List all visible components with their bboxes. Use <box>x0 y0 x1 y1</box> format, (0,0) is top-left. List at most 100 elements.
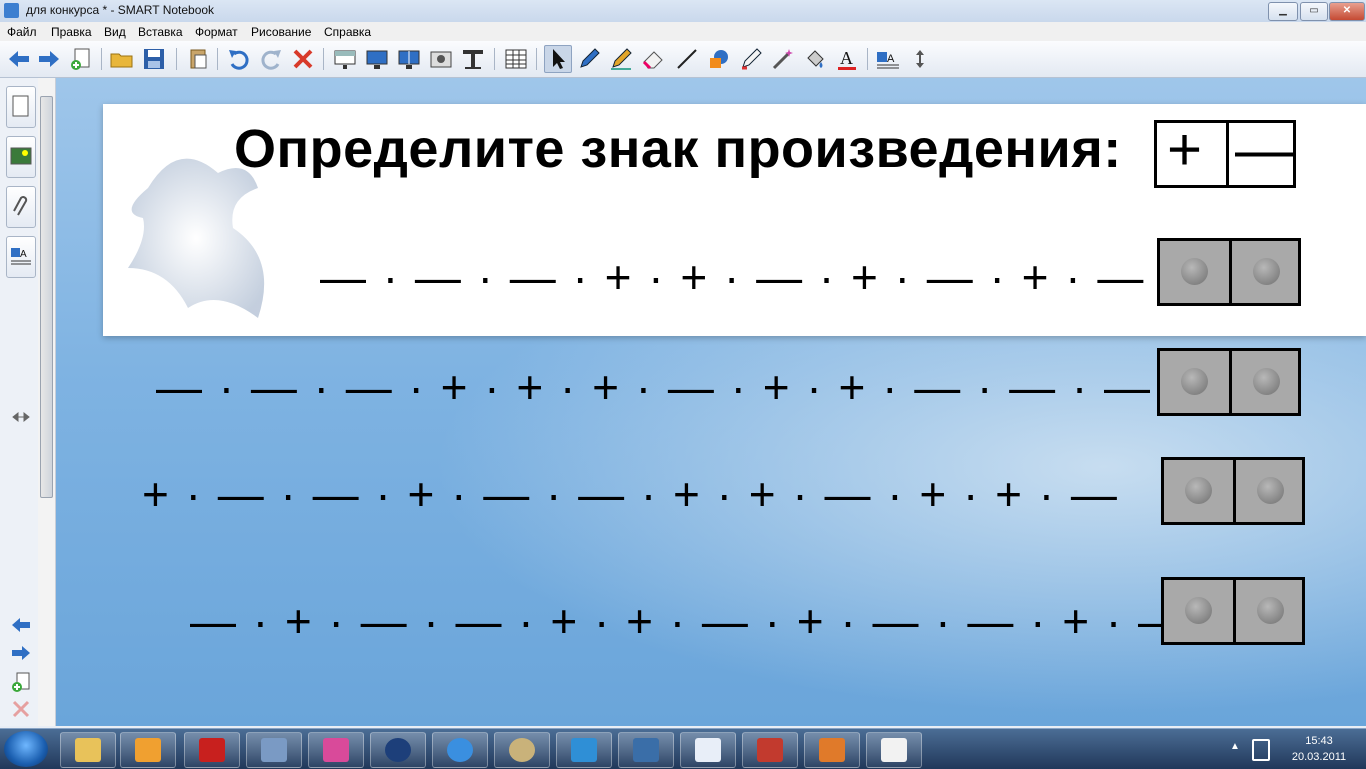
taskbar-smart-notebook[interactable] <box>556 732 612 768</box>
next-page-icon[interactable] <box>10 644 32 662</box>
answer-minus-button[interactable] <box>1232 351 1301 413</box>
menu-format[interactable]: Формат <box>195 25 238 39</box>
scrollbar-thumb[interactable] <box>40 96 53 498</box>
knob-icon <box>1253 368 1280 395</box>
menu-file[interactable]: Файл <box>7 25 37 39</box>
answer-minus-button[interactable] <box>1236 460 1305 522</box>
taskbar-cube-app[interactable] <box>308 732 364 768</box>
expression-row-2: — · — · — · + · + · + · — · + · + · — · … <box>156 361 1152 413</box>
answer-plus-button[interactable] <box>1160 241 1229 303</box>
attachments-tab[interactable] <box>6 186 36 228</box>
dual-view-icon[interactable] <box>396 46 422 72</box>
answer-plus-button[interactable] <box>1164 460 1233 522</box>
answer-box-row-3 <box>1161 457 1305 525</box>
answer-box-row-2 <box>1157 348 1301 416</box>
menu-insert[interactable]: Вставка <box>138 25 183 39</box>
answer-plus-button[interactable] <box>1164 580 1233 642</box>
redo-icon[interactable] <box>258 46 284 72</box>
notebook-canvas[interactable]: Определите знак произведения: + — — · — … <box>56 78 1366 726</box>
plus-sign: + <box>1167 116 1203 183</box>
undo-icon[interactable] <box>226 46 252 72</box>
toolbar-separator <box>101 48 102 70</box>
taskbar-explorer[interactable] <box>60 732 116 768</box>
add-page-side-icon[interactable] <box>10 672 32 692</box>
taskbar-media-player[interactable] <box>120 732 176 768</box>
answer-minus-button[interactable] <box>1232 241 1301 303</box>
show-hidden-icons[interactable]: ▲ <box>1230 741 1240 752</box>
menu-edit[interactable]: Правка <box>51 25 92 39</box>
creative-pen-icon[interactable] <box>608 46 634 72</box>
full-screen-icon[interactable] <box>364 46 390 72</box>
knob-icon <box>1181 258 1208 285</box>
knob-icon <box>1257 597 1284 624</box>
clock-date[interactable]: 20.03.2011 <box>1283 751 1355 763</box>
svg-text:A: A <box>20 249 27 260</box>
taskbar-internet-explorer[interactable] <box>432 732 488 768</box>
knob-icon <box>1181 368 1208 395</box>
tray-device-icon[interactable] <box>1252 739 1270 761</box>
toolbar-separator <box>867 48 868 70</box>
properties-tab[interactable]: A <box>6 236 36 278</box>
save-icon[interactable] <box>141 46 167 72</box>
paste-icon[interactable] <box>186 46 212 72</box>
taskbar-paint[interactable] <box>494 732 550 768</box>
open-folder-icon[interactable] <box>109 46 135 72</box>
expression-row-4: — · + · — · — · + · + · — · + · — · — · … <box>190 595 1186 647</box>
screen-shade-icon[interactable] <box>332 46 358 72</box>
forward-arrow-icon[interactable] <box>36 46 62 72</box>
page-sorter-tab[interactable] <box>6 86 36 128</box>
table-icon[interactable] <box>503 46 529 72</box>
text-tool-icon[interactable] <box>460 46 486 72</box>
select-icon[interactable] <box>544 45 572 73</box>
answer-box-row-1 <box>1157 238 1301 306</box>
window-title: для конкурса * - SMART Notebook <box>26 3 215 17</box>
delete-icon[interactable] <box>290 46 316 72</box>
expression-row-3: + · — · — · + · — · — · + · + · — · + · … <box>142 468 1119 520</box>
toolbar-separator <box>536 48 537 70</box>
expression-row-1: — · — · — · + · + · — · + · — · + · — · … <box>320 251 1241 303</box>
resize-panel-icon[interactable] <box>10 408 32 426</box>
eraser-icon[interactable] <box>640 46 666 72</box>
menu-draw[interactable]: Рисование <box>251 25 311 39</box>
answer-minus-button[interactable] <box>1236 580 1305 642</box>
sign-legend: + — <box>1154 116 1296 188</box>
taskbar-word[interactable] <box>680 732 736 768</box>
shapes-icon[interactable] <box>706 46 732 72</box>
answer-box-row-4 <box>1161 577 1305 645</box>
pen-icon[interactable] <box>576 46 602 72</box>
capture-icon[interactable] <box>428 46 454 72</box>
taskbar-home-app[interactable] <box>618 732 674 768</box>
knob-icon <box>1185 597 1212 624</box>
taskbar-equation-editor[interactable] <box>866 732 922 768</box>
start-button[interactable] <box>4 731 48 767</box>
add-page-icon[interactable] <box>68 46 94 72</box>
back-arrow-icon[interactable] <box>6 46 32 72</box>
menu-help[interactable]: Справка <box>324 25 371 39</box>
gallery-tab[interactable] <box>6 136 36 178</box>
fill-icon[interactable] <box>802 46 828 72</box>
text-icon[interactable]: A <box>834 46 860 72</box>
properties-icon[interactable]: A <box>875 46 901 72</box>
delete-page-icon[interactable] <box>10 700 32 718</box>
line-icon[interactable] <box>674 46 700 72</box>
clock-time[interactable]: 15:43 <box>1289 735 1349 747</box>
side-tabs-panel: A <box>0 78 39 726</box>
previous-page-icon[interactable] <box>10 616 32 634</box>
move-toolbar-icon[interactable] <box>907 46 933 72</box>
taskbar-app-red[interactable] <box>742 732 798 768</box>
taskbar-acrobat[interactable] <box>184 732 240 768</box>
taskbar-media-center[interactable] <box>370 732 426 768</box>
taskbar-powerpoint[interactable] <box>804 732 860 768</box>
svg-text:A: A <box>887 53 895 65</box>
menu-view[interactable]: Вид <box>104 25 126 39</box>
magic-pen-icon[interactable] <box>738 46 764 72</box>
legend-divider <box>1226 123 1229 185</box>
toolbar-separator <box>217 48 218 70</box>
minimize-button[interactable]: ▁ <box>1268 2 1298 21</box>
vertical-scrollbar[interactable] <box>38 78 56 726</box>
wand-icon[interactable] <box>770 46 796 72</box>
close-button[interactable]: ✕ <box>1329 2 1365 21</box>
answer-plus-button[interactable] <box>1160 351 1229 413</box>
taskbar-app[interactable] <box>246 732 302 768</box>
maximize-button[interactable]: ▭ <box>1300 2 1328 21</box>
